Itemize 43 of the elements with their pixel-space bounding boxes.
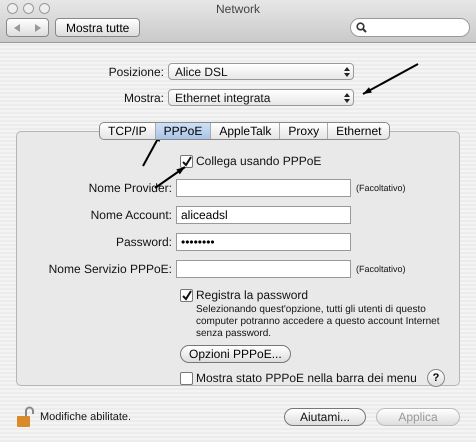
checkbox-label: Registra la password: [196, 288, 308, 302]
lock-status-text: Modifiche abilitate.: [40, 411, 132, 423]
annotation-arrow: [362, 63, 418, 95]
popup-menu[interactable]: Alice DSL: [168, 63, 354, 80]
field-label: Password:: [114, 235, 173, 249]
field-label: Nome Account:: [90, 208, 173, 222]
close-button[interactable]: [7, 3, 18, 14]
updown-icon: [341, 66, 353, 78]
popup-label: Mostra:: [122, 90, 165, 104]
minimize-button[interactable]: [23, 3, 34, 14]
checkbox[interactable]: [180, 154, 193, 168]
right-arrow-icon: [34, 24, 42, 32]
dialog-button[interactable]: Aiutami...: [284, 408, 366, 426]
tab[interactable]: AppleTalk: [211, 123, 280, 139]
input-field[interactable]: ••••••••: [176, 233, 351, 251]
updown-icon: [341, 92, 353, 104]
popup-menu[interactable]: Ethernet integrata: [168, 89, 354, 106]
description-text: Selezionando quest'opzione, tutti gli utenti di questo computer potranno accedere a questo account Internet senza password.: [196, 304, 440, 340]
window-title: Network: [216, 2, 260, 16]
search-icon: [356, 22, 367, 33]
checkbox[interactable]: [180, 288, 193, 302]
tab[interactable]: Proxy: [280, 123, 328, 139]
checkbox[interactable]: [180, 372, 193, 384]
field-label: Nome Servizio PPPoE:: [48, 262, 173, 276]
tab[interactable]: PPPoE: [156, 123, 212, 139]
optional-note: (Facoltativo): [356, 183, 406, 193]
tab[interactable]: Ethernet: [328, 123, 390, 139]
zoom-button[interactable]: [39, 3, 50, 14]
input-field[interactable]: aliceadsl: [176, 206, 351, 224]
left-arrow-icon: [13, 24, 22, 32]
search-field[interactable]: [350, 18, 470, 37]
options-button[interactable]: Opzioni PPPoE...: [180, 345, 291, 363]
open-padlock-icon[interactable]: [16, 406, 34, 428]
checkbox-label: Mostra stato PPPoE nella barra dei menu: [196, 371, 417, 385]
input-field[interactable]: [176, 260, 351, 278]
field-label: Nome Provider:: [88, 181, 173, 195]
help-button[interactable]: ?: [427, 369, 445, 387]
checkbox-label: Collega usando PPPoE: [196, 154, 322, 168]
show-all-button[interactable]: Mostra tutte: [55, 18, 140, 37]
popup-label: Posizione:: [108, 64, 165, 78]
back-forward-button[interactable]: [6, 18, 49, 37]
optional-note: (Facoltativo): [356, 264, 406, 274]
input-field[interactable]: [176, 179, 351, 197]
